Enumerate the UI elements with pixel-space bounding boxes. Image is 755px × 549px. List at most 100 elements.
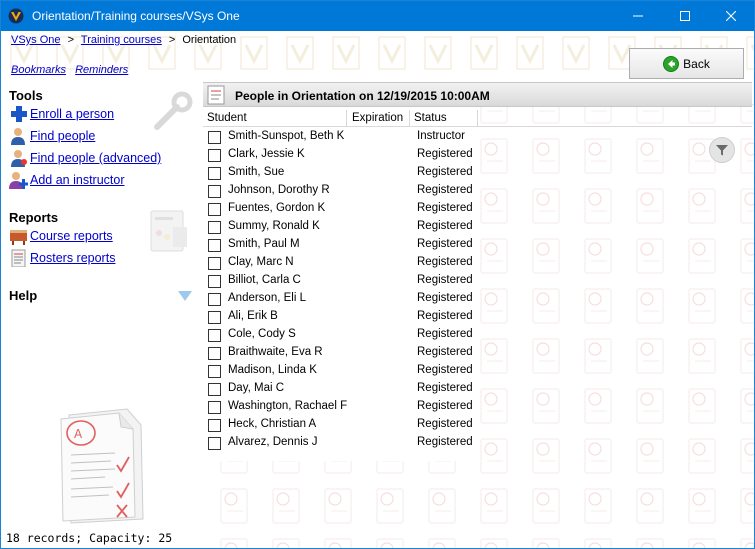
rosters-reports-link[interactable]: Rosters reports bbox=[9, 248, 115, 268]
student-status: Registered bbox=[417, 436, 473, 448]
minimize-icon bbox=[633, 15, 643, 17]
student-status: Registered bbox=[417, 220, 473, 232]
enroll-person-label: Enroll a person bbox=[30, 107, 115, 121]
list-item[interactable]: Fuentes, Gordon K Registered bbox=[203, 200, 752, 218]
row-checkbox[interactable] bbox=[208, 401, 221, 414]
svg-text:A: A bbox=[74, 427, 83, 441]
find-people-advanced-label: Find people (advanced) bbox=[30, 151, 162, 165]
list-item[interactable]: Braithwaite, Eva R Registered bbox=[203, 344, 752, 362]
row-checkbox[interactable] bbox=[208, 257, 221, 270]
quick-links: Bookmarks Reminders bbox=[11, 64, 134, 76]
row-checkbox[interactable] bbox=[208, 185, 221, 198]
maximize-button[interactable] bbox=[662, 1, 708, 31]
row-checkbox[interactable] bbox=[208, 239, 221, 252]
list-item[interactable]: Clay, Marc N Registered bbox=[203, 254, 752, 272]
list-item[interactable]: Johnson, Dorothy R Registered bbox=[203, 182, 752, 200]
add-instructor-icon bbox=[9, 172, 28, 189]
column-header-status[interactable]: Status bbox=[410, 110, 478, 127]
list-item[interactable]: Ali, Erik B Registered bbox=[203, 308, 752, 326]
bookmarks-link[interactable]: Bookmarks bbox=[11, 64, 66, 76]
breadcrumb-training-courses[interactable]: Training courses bbox=[81, 34, 162, 46]
list-item[interactable]: Cole, Cody S Registered bbox=[203, 326, 752, 344]
row-checkbox[interactable] bbox=[208, 131, 221, 144]
student-name: Heck, Christian A bbox=[228, 418, 317, 430]
row-checkbox[interactable] bbox=[208, 383, 221, 396]
student-status: Registered bbox=[417, 382, 473, 394]
maximize-icon bbox=[680, 11, 690, 21]
list-item[interactable]: Smith-Sunspot, Beth K Instructor bbox=[203, 128, 752, 146]
student-status: Registered bbox=[417, 328, 473, 340]
student-name: Johnson, Dorothy R bbox=[228, 184, 330, 196]
list-item[interactable]: Washington, Rachael F Registered bbox=[203, 398, 752, 416]
list-item[interactable]: Summy, Ronald K Registered bbox=[203, 218, 752, 236]
student-name: Ali, Erik B bbox=[228, 310, 278, 322]
breadcrumb-vsys-one[interactable]: VSys One bbox=[11, 34, 61, 46]
list-item[interactable]: Heck, Christian A Registered bbox=[203, 416, 752, 434]
tools-heading: Tools bbox=[9, 88, 43, 103]
list-item[interactable]: Day, Mai C Registered bbox=[203, 380, 752, 398]
student-status: Registered bbox=[417, 184, 473, 196]
list-item[interactable]: Smith, Paul M Registered bbox=[203, 236, 752, 254]
student-name: Cole, Cody S bbox=[228, 328, 296, 340]
student-status: Registered bbox=[417, 148, 473, 160]
row-checkbox[interactable] bbox=[208, 293, 221, 306]
enroll-person-link[interactable]: Enroll a person bbox=[9, 104, 114, 124]
list-item[interactable]: Billiot, Carla C Registered bbox=[203, 272, 752, 290]
find-people-label: Find people bbox=[30, 129, 96, 143]
list-item[interactable]: Smith, Sue Registered bbox=[203, 164, 752, 182]
row-checkbox[interactable] bbox=[208, 149, 221, 162]
list-item[interactable]: Alvarez, Dennis J Registered bbox=[203, 434, 752, 452]
back-button[interactable]: Back bbox=[629, 48, 744, 79]
filter-icon bbox=[716, 145, 728, 156]
row-checkbox[interactable] bbox=[208, 419, 221, 432]
student-status: Registered bbox=[417, 310, 473, 322]
main-content: VSys One > Training courses > Orientatio… bbox=[1, 31, 754, 548]
column-header-expiration[interactable]: Expiration bbox=[348, 110, 410, 127]
find-people-advanced-link[interactable]: Find people (advanced) bbox=[9, 148, 161, 168]
student-status: Registered bbox=[417, 346, 473, 358]
person-advanced-icon bbox=[11, 150, 27, 167]
rosters-reports-label: Rosters reports bbox=[30, 251, 116, 265]
student-status: Registered bbox=[417, 238, 473, 250]
list-item[interactable]: Anderson, Eli L Registered bbox=[203, 290, 752, 308]
minimize-button[interactable] bbox=[615, 1, 661, 31]
student-name: Smith, Sue bbox=[228, 166, 285, 178]
row-checkbox[interactable] bbox=[208, 347, 221, 360]
student-name: Summy, Ronald K bbox=[228, 220, 320, 232]
back-arrow-icon bbox=[663, 55, 680, 72]
row-checkbox[interactable] bbox=[208, 437, 221, 450]
add-instructor-link[interactable]: Add an instructor bbox=[9, 170, 125, 190]
reminders-link[interactable]: Reminders bbox=[75, 64, 128, 76]
list-item[interactable]: Madison, Linda K Registered bbox=[203, 362, 752, 380]
filter-button[interactable] bbox=[709, 137, 735, 163]
course-report-icon bbox=[10, 230, 27, 245]
list-item[interactable]: Clark, Jessie K Registered bbox=[203, 146, 752, 164]
student-status: Registered bbox=[417, 364, 473, 376]
title-bar[interactable]: Orientation/Training courses/VSys One bbox=[1, 1, 754, 31]
breadcrumb: VSys One > Training courses > Orientatio… bbox=[11, 34, 236, 46]
chevron-down-icon[interactable] bbox=[177, 289, 193, 303]
graded-test-illustration: A bbox=[60, 408, 144, 524]
report-document-icon bbox=[150, 210, 187, 252]
row-checkbox[interactable] bbox=[208, 311, 221, 324]
back-button-label: Back bbox=[683, 56, 710, 71]
close-button[interactable] bbox=[708, 1, 754, 31]
row-checkbox[interactable] bbox=[208, 329, 221, 342]
column-header-student[interactable]: Student bbox=[203, 110, 347, 127]
student-name: Day, Mai C bbox=[228, 382, 285, 394]
student-name: Madison, Linda K bbox=[228, 364, 317, 376]
student-status: Registered bbox=[417, 400, 473, 412]
find-people-link[interactable]: Find people bbox=[9, 126, 95, 146]
row-checkbox[interactable] bbox=[208, 365, 221, 378]
row-checkbox[interactable] bbox=[208, 167, 221, 180]
list-header: People in Orientation on 12/19/2015 10:0… bbox=[203, 82, 752, 107]
row-checkbox[interactable] bbox=[208, 203, 221, 216]
student-name: Braithwaite, Eva R bbox=[228, 346, 323, 358]
course-reports-link[interactable]: Course reports bbox=[9, 226, 113, 246]
student-status: Registered bbox=[417, 166, 473, 178]
app-window: Orientation/Training courses/VSys One VS… bbox=[0, 0, 755, 549]
row-checkbox[interactable] bbox=[208, 275, 221, 288]
status-text: 18 records; Capacity: 25 bbox=[6, 531, 173, 545]
help-heading: Help bbox=[9, 288, 38, 303]
row-checkbox[interactable] bbox=[208, 221, 221, 234]
